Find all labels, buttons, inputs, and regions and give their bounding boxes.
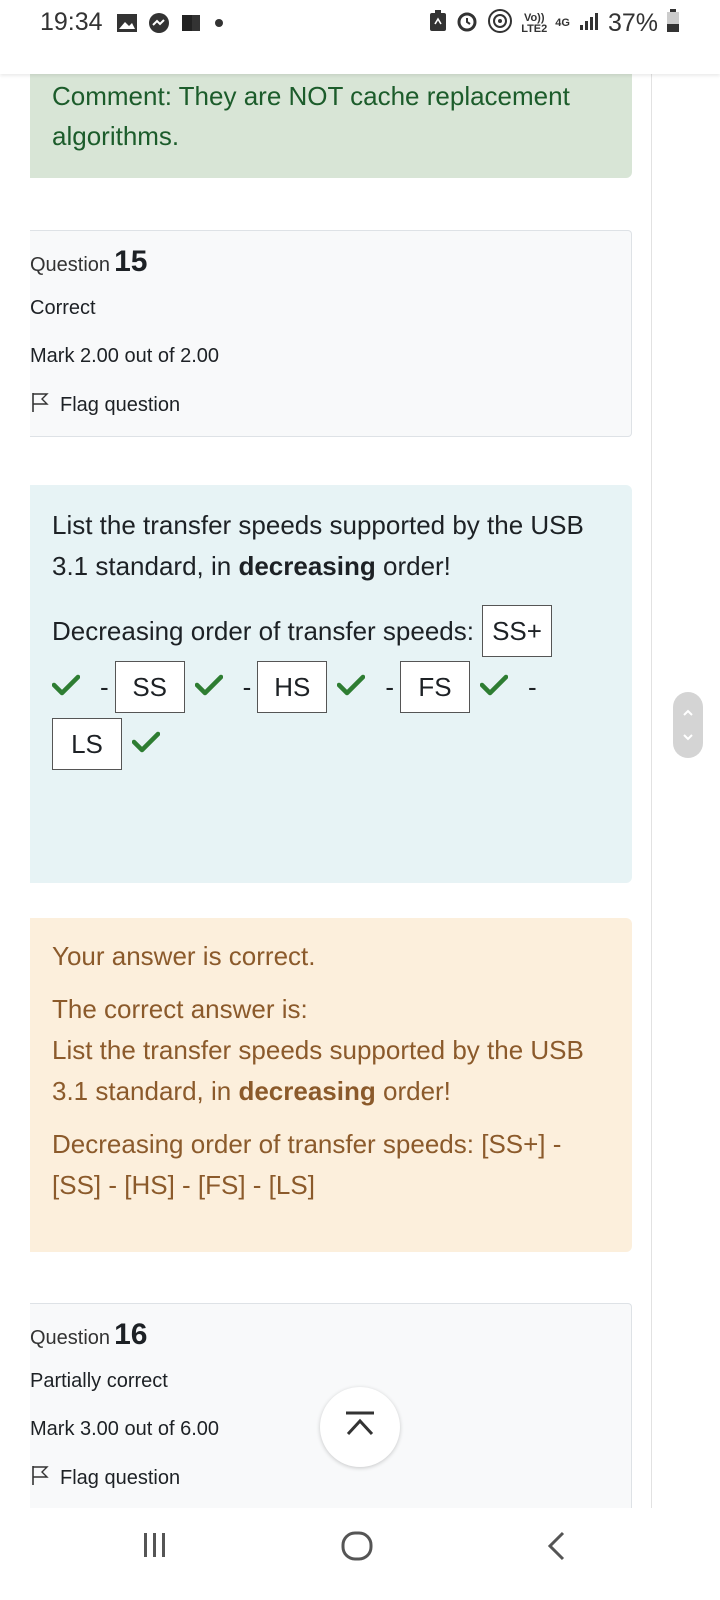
answer-row-2: - SS - HS - FS - — [51, 661, 537, 713]
arrow-to-top-icon — [343, 1410, 377, 1445]
question-number: 15 — [114, 245, 148, 278]
question-15-title: Question 15 — [30, 245, 147, 279]
messenger-icon — [148, 12, 170, 39]
signal-icon — [578, 11, 600, 36]
question-16-title: Question 16 — [30, 1318, 147, 1352]
network-status: Vo)) LTE2 — [521, 11, 548, 35]
back-to-top-button[interactable] — [320, 1387, 400, 1467]
correct-answer-intro: The correct answer is: — [52, 994, 308, 1024]
flag-question-label: Flag question — [60, 1466, 181, 1489]
battery-saver-icon — [429, 10, 447, 37]
notification-icons — [116, 12, 226, 39]
flipboard-icon — [180, 13, 202, 38]
correct-answer-text: Decreasing order of transfer speeds: [SS… — [52, 1129, 562, 1200]
chevron-down-icon — [682, 728, 694, 746]
answer-box-4[interactable]: FS — [400, 661, 471, 713]
flag-question-label: Flag question — [60, 393, 181, 416]
answer-row-1: Decreasing order of transfer speeds: SS+ — [52, 605, 552, 657]
question-label: Question — [30, 1327, 111, 1349]
correct-answer-prompt: List the transfer speeds supported by th… — [52, 1035, 584, 1106]
navigation-bar — [0, 1508, 720, 1600]
question-prompt: List the transfer speeds supported by th… — [52, 510, 584, 581]
answer-box-2[interactable]: SS — [114, 661, 185, 713]
question-15-mark: Mark 2.00 out of 2.00 — [30, 345, 220, 367]
recent-apps-icon[interactable] — [140, 1530, 170, 1565]
correct-check-icon — [131, 729, 161, 760]
separator: - — [528, 671, 537, 702]
correct-check-icon — [479, 672, 509, 703]
gallery-icon — [116, 13, 138, 38]
question-15-info: Question 15 Correct Mark 2.00 out of 2.00… — [30, 230, 632, 437]
answer-label: Decreasing order of transfer speeds: — [52, 615, 474, 646]
question-label: Question — [30, 254, 111, 276]
dot-icon — [212, 16, 226, 35]
flag-icon — [30, 1464, 50, 1492]
status-bar: 19:34 Vo)) LTE2 4G 37% — [0, 0, 720, 74]
separator: - — [100, 671, 109, 702]
chevron-up-icon — [682, 704, 694, 722]
correct-check-icon — [194, 672, 223, 703]
battery-icon — [666, 9, 680, 38]
question-16-mark: Mark 3.00 out of 6.00 — [30, 1418, 220, 1440]
correct-check-icon — [51, 672, 81, 703]
battery-percent: 37% — [607, 9, 658, 37]
answer-row-3: LS — [52, 718, 161, 770]
answer-box-3[interactable]: HS — [257, 661, 328, 713]
flag-icon — [30, 391, 50, 419]
question-16-state: Partially correct — [30, 1370, 168, 1392]
network-type: 4G — [555, 17, 570, 29]
answer-box-1[interactable]: SS+ — [482, 605, 552, 657]
home-icon[interactable] — [340, 1530, 374, 1567]
quiz-review-page: Comment: They are NOT cache replacement … — [0, 0, 652, 1600]
general-feedback-text: Comment: They are NOT cache replacement … — [52, 81, 570, 151]
flag-question-16-link[interactable]: Flag question — [30, 1464, 180, 1492]
separator: - — [385, 671, 395, 702]
back-icon[interactable] — [545, 1530, 567, 1567]
clock: 19:34 — [40, 8, 103, 36]
system-icons: Vo)) LTE2 4G 37% — [429, 8, 680, 39]
hotspot-icon — [487, 8, 513, 39]
flag-question-15-link[interactable]: Flag question — [30, 391, 180, 419]
scroll-handle[interactable] — [673, 692, 703, 758]
correct-check-icon — [337, 672, 366, 703]
question-15-state: Correct — [30, 297, 96, 319]
answer-box-5[interactable]: LS — [52, 718, 122, 770]
feedback-result: Your answer is correct. — [52, 941, 316, 971]
question-number: 16 — [114, 1318, 148, 1351]
question-15-feedback: Your answer is correct. The correct answ… — [30, 918, 632, 1252]
separator: - — [242, 671, 252, 702]
general-feedback-box: Comment: They are NOT cache replacement … — [30, 60, 632, 178]
alarm-icon — [455, 9, 479, 38]
